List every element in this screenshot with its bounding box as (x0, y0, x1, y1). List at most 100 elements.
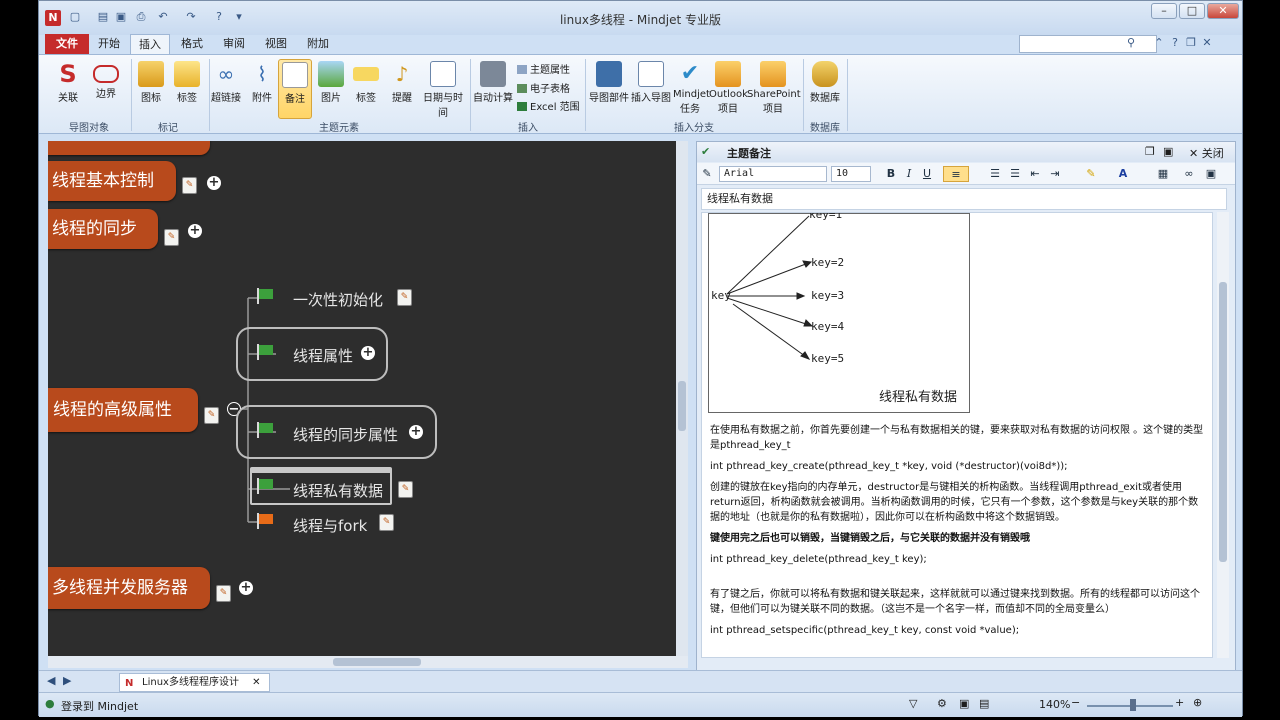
topic-props-button[interactable]: 主题属性 (517, 61, 570, 76)
collapse-ribbon-icon[interactable]: ⌃ (1152, 35, 1166, 51)
fit-map-icon[interactable]: ⊕ (1193, 696, 1202, 709)
note-content[interactable]: key=1 key=2 key key=3 key=4 key=5 线程私有数据… (701, 212, 1213, 658)
minimize-button[interactable]: – (1151, 3, 1177, 19)
notes-button[interactable]: 备注 (278, 59, 312, 119)
italic-button[interactable]: I (901, 166, 917, 182)
highlight-icon[interactable]: ✎ (1083, 166, 1099, 182)
scroll-thumb[interactable] (678, 381, 686, 431)
hyperlink-icon[interactable]: ∞ (1181, 166, 1197, 182)
diagram-key4: key=4 (811, 320, 845, 333)
scroll-thumb[interactable] (1219, 282, 1227, 562)
calendar-icon (430, 61, 456, 87)
underline-button[interactable]: U (919, 166, 935, 182)
close-pane-button[interactable]: ✕ 关闭 (1189, 145, 1224, 161)
link-icon: S (59, 60, 77, 88)
mindjet-tasks-button[interactable]: ✔ Mindjet 任务 (673, 59, 710, 119)
outline-icon[interactable]: ▤ (979, 697, 989, 710)
excel-range-button[interactable]: Excel 范围 (517, 98, 580, 113)
close-window-button[interactable]: ✕ (1207, 3, 1239, 19)
spreadsheet-button[interactable]: 电子表格 (517, 80, 570, 95)
restore-doc-icon[interactable]: ❐ (1184, 35, 1198, 51)
database-button[interactable]: 数据库 (805, 59, 845, 119)
expand-icon[interactable]: + (361, 346, 375, 360)
bullet-list-button[interactable]: ☰ (1007, 166, 1023, 182)
zoom-in-icon[interactable]: + (1175, 696, 1184, 709)
close-tab-icon[interactable]: ✕ (252, 677, 260, 688)
tab-view[interactable]: 视图 (256, 34, 296, 54)
login-link[interactable]: 登录到 Mindjet (61, 698, 138, 714)
picture-button[interactable]: 图片 (315, 59, 347, 119)
alert-button[interactable]: ♪ 提醒 (385, 59, 419, 119)
bell-icon: ♪ (395, 62, 409, 86)
map-part-icon (596, 61, 622, 87)
icon-button[interactable]: 图标 (133, 59, 169, 119)
font-color-icon[interactable]: A (1115, 166, 1131, 182)
help-circle-icon[interactable]: ? (1168, 35, 1182, 51)
autocalc-button[interactable]: 自动计算 (473, 59, 513, 119)
numbered-list-button[interactable]: ☰ (987, 166, 1003, 182)
tab-file[interactable]: 文件 (45, 34, 89, 54)
map-part-button[interactable]: 导图部件 (589, 59, 629, 119)
outdent-button[interactable]: ⇤ (1027, 166, 1043, 182)
image-icon[interactable]: ▣ (1203, 166, 1219, 182)
group-map-objects: 导图对象 (69, 123, 109, 134)
tab-scroll-right-icon[interactable]: ▶ (63, 674, 71, 687)
datetime-button[interactable]: 日期与时间 (419, 59, 467, 119)
title-bar: N ▢ ▤ ▣ ⎙ ↶ ↷ ? ▾ linux多线程 - Mindjet 专业版… (39, 1, 1242, 35)
document-tab[interactable]: N Linux多线程程序设计 ✕ (119, 673, 270, 692)
align-left-button[interactable]: ≡ (943, 166, 969, 182)
subtopic-private-data[interactable]: 线程私有数据 (293, 480, 383, 501)
tag-button[interactable]: 标签 (169, 59, 205, 119)
tab-format[interactable]: 格式 (172, 34, 212, 54)
tab-scroll-left-icon[interactable]: ◀ (47, 674, 55, 687)
zoom-out-icon[interactable]: − (1071, 696, 1080, 709)
subtopic-thread-fork[interactable]: 线程与fork (293, 515, 367, 536)
indent-button[interactable]: ⇥ (1047, 166, 1063, 182)
pin-icon[interactable]: ❐ (1145, 145, 1155, 158)
excel-icon (517, 102, 527, 111)
insert-map-button[interactable]: 插入导图 (629, 59, 673, 119)
tab-home[interactable]: 开始 (89, 34, 129, 54)
format-painter-icon[interactable]: ✎ (699, 166, 715, 182)
note-icon[interactable]: ✎ (379, 514, 394, 531)
subtopic-thread-attrs[interactable]: 线程属性 (293, 345, 353, 366)
note-icon[interactable]: ✎ (398, 481, 413, 498)
diagram-key1: key=1 (809, 212, 843, 221)
view-mode-icon[interactable]: ▣ (959, 697, 969, 710)
paperclip-icon: ⌇ (257, 62, 267, 86)
map-canvas[interactable]: 线程基本控制 ✎ + 线程的同步 ✎ + 线程的高级属性 ✎ − 多线程并发服务… (48, 141, 676, 656)
layout-icon[interactable]: ⚙ (937, 697, 947, 710)
close-doc-icon[interactable]: ✕ (1200, 35, 1214, 51)
label-button[interactable]: 标签 (349, 59, 383, 119)
size-select[interactable]: 10 (831, 166, 871, 182)
scroll-thumb[interactable] (333, 658, 421, 666)
canvas-vertical-scrollbar[interactable] (676, 141, 688, 656)
zoom-slider-thumb[interactable] (1130, 699, 1136, 711)
subtopic-once-init[interactable]: 一次性初始化 (293, 289, 383, 310)
tab-review[interactable]: 审阅 (214, 34, 254, 54)
outlook-items-button[interactable]: Outlook 项目 (709, 59, 748, 119)
tab-addins[interactable]: 附加 (298, 34, 338, 54)
binoculars-icon[interactable]: ⚲ (1124, 35, 1138, 51)
expand-icon[interactable]: + (409, 425, 423, 439)
link-button[interactable]: S 关联 (49, 59, 87, 119)
dock-icon[interactable]: ▣ (1163, 145, 1173, 158)
font-select[interactable]: Arial (719, 166, 827, 182)
boundary-button[interactable]: 边界 (87, 59, 125, 119)
notes-scrollbar[interactable] (1217, 212, 1229, 658)
attachment-button[interactable]: ⌇ 附件 (247, 59, 277, 119)
diagram-key2: key=2 (811, 256, 845, 269)
note-paragraph: 键使用完之后也可以销毁，当键销毁之后，与它关联的数据并没有销毁哦 (710, 533, 1030, 544)
tag-icon (174, 61, 200, 87)
tab-insert[interactable]: 插入 (130, 34, 170, 54)
maximize-button[interactable]: □ (1179, 3, 1205, 19)
sharepoint-items-button[interactable]: SharePoint 项目 (747, 59, 801, 119)
note-icon[interactable]: ✎ (397, 289, 412, 306)
subtopic-sync-attrs[interactable]: 线程的同步属性 (293, 424, 398, 445)
canvas-horizontal-scrollbar[interactable] (48, 656, 688, 668)
filter-icon[interactable]: ▽ (909, 697, 917, 710)
hyperlink-button[interactable]: ∞ 超链接 (207, 59, 245, 119)
document-tab-strip: ◀ ▶ N Linux多线程程序设计 ✕ (39, 670, 1242, 692)
bold-button[interactable]: B (883, 166, 899, 182)
table-icon[interactable]: ▦ (1155, 166, 1171, 182)
